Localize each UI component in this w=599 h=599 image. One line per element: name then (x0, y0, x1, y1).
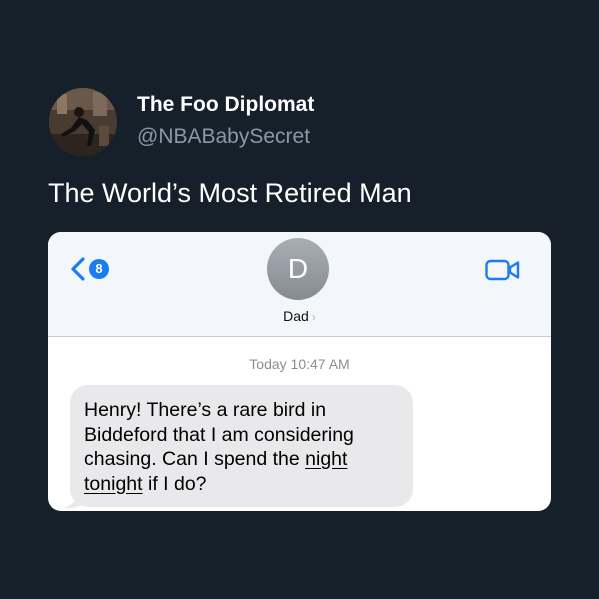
conversation-header: 8 D Dad › (48, 232, 551, 337)
contact-avatar[interactable]: D (267, 238, 329, 300)
tweet-text: The World’s Most Retired Man (48, 178, 412, 208)
message-line: Biddeford that I am considering (84, 423, 354, 446)
display-name[interactable]: The Foo Diplomat (137, 93, 314, 117)
timestamp-time: 10:47 AM (290, 356, 350, 372)
profile-photo (49, 88, 117, 156)
detected-date-link[interactable]: tonight (84, 473, 143, 495)
incoming-message-bubble[interactable]: Henry! There’s a rare bird in Biddeford … (70, 385, 413, 507)
message-screenshot[interactable]: 8 D Dad › Today 10:47 AM Henry! There’s a… (48, 232, 551, 511)
unread-count-badge[interactable]: 8 (89, 259, 109, 279)
message-text: Henry! There’s a rare bird in Biddeford … (84, 398, 409, 496)
message-text-segment: chasing. Can I spend the (84, 448, 306, 470)
contact-name[interactable]: Dad (283, 308, 309, 324)
video-call-icon[interactable] (485, 259, 521, 281)
chevron-right-icon: › (311, 310, 316, 324)
message-line: chasing. Can I spend the night (84, 447, 409, 472)
message-timestamp: Today 10:47 AM (48, 356, 551, 372)
timestamp-day: Today (249, 356, 287, 372)
message-text-segment: if I do? (142, 472, 207, 495)
back-chevron-icon[interactable] (70, 257, 86, 281)
contact-name-row[interactable]: Dad › (48, 308, 551, 324)
message-line: Henry! There’s a rare bird in (84, 399, 327, 421)
message-line: tonight if I do? (84, 472, 409, 497)
profile-avatar[interactable] (49, 88, 117, 156)
detected-date-link[interactable]: night (305, 448, 347, 470)
user-handle[interactable]: @NBABabySecret (137, 125, 310, 149)
